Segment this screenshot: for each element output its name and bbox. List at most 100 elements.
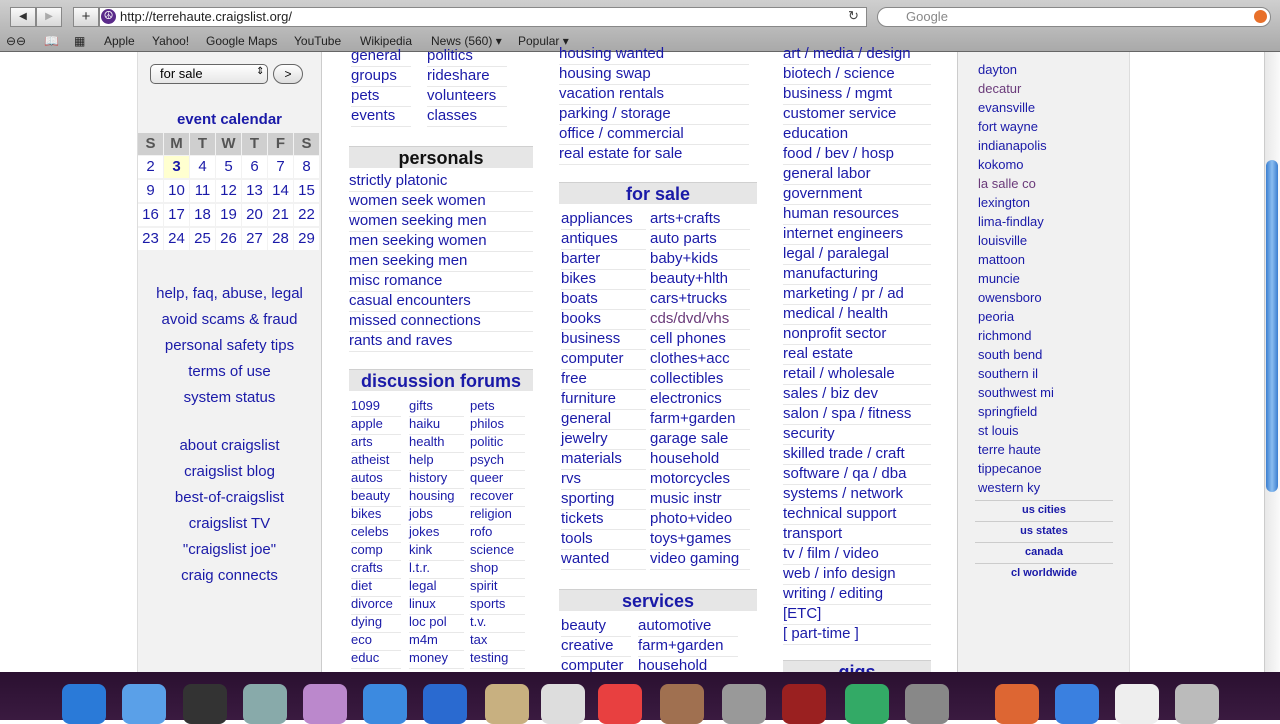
link-southern-il[interactable]: southern il <box>978 365 1038 383</box>
dock-app-icon[interactable] <box>905 684 949 724</box>
link-peoria[interactable]: peoria <box>978 308 1014 326</box>
link-housing-swap[interactable]: housing swap <box>559 65 651 83</box>
reading-list-icon[interactable]: ⊖⊖ <box>6 34 26 48</box>
link-systems-network[interactable]: systems / network <box>783 485 903 503</box>
event-calendar-title[interactable]: event calendar <box>138 111 321 129</box>
link-housing-wanted[interactable]: housing wanted <box>559 45 664 63</box>
link-real-estate-for-sale[interactable]: real estate for sale <box>559 145 682 163</box>
bookmark-4[interactable]: Wikipedia <box>360 34 412 48</box>
link-evansville[interactable]: evansville <box>978 99 1035 117</box>
calendar-day[interactable]: 2 <box>138 156 163 178</box>
calendar-day[interactable]: 10 <box>164 180 189 202</box>
link-video-gaming[interactable]: video gaming <box>650 550 739 568</box>
link-eco[interactable]: eco <box>351 631 372 649</box>
link-autos[interactable]: autos <box>351 469 383 487</box>
link-tippecanoe[interactable]: tippecanoe <box>978 460 1042 478</box>
link-casual-encounters[interactable]: casual encounters <box>349 292 471 310</box>
link-rofo[interactable]: rofo <box>470 523 492 541</box>
link-medical-health[interactable]: medical / health <box>783 305 888 323</box>
link-strictly-platonic[interactable]: strictly platonic <box>349 172 447 190</box>
link-la-salle-co[interactable]: la salle co <box>978 175 1036 193</box>
link-testing[interactable]: testing <box>470 649 508 667</box>
footer-link[interactable]: craig connects <box>138 567 321 585</box>
calendar-day[interactable]: 25 <box>190 228 215 250</box>
calendar-day[interactable]: 22 <box>294 204 319 226</box>
link-sales-biz-dev[interactable]: sales / biz dev <box>783 385 878 403</box>
link-men-seeking-women[interactable]: men seeking women <box>349 232 487 250</box>
link-general[interactable]: general <box>351 47 401 65</box>
link-appliances[interactable]: appliances <box>561 210 633 228</box>
link-history[interactable]: history <box>409 469 447 487</box>
link-business[interactable]: business <box>561 330 620 348</box>
link-transport[interactable]: transport <box>783 525 842 543</box>
link-atheist[interactable]: atheist <box>351 451 389 469</box>
add-bookmark-button[interactable]: + <box>73 7 99 27</box>
dock-app-icon[interactable] <box>1055 684 1099 724</box>
link-beauty[interactable]: beauty <box>561 617 606 635</box>
calendar-day[interactable]: 17 <box>164 204 189 226</box>
link-politic[interactable]: politic <box>470 433 503 451</box>
calendar-day[interactable]: 6 <box>242 156 267 178</box>
dock-app-icon[interactable] <box>1175 684 1219 724</box>
dock-app-icon[interactable] <box>183 684 227 724</box>
link-marketing-pr-ad[interactable]: marketing / pr / ad <box>783 285 904 303</box>
link-t-v-[interactable]: t.v. <box>470 613 486 631</box>
link-customer-service[interactable]: customer service <box>783 105 896 123</box>
calendar-day[interactable]: 16 <box>138 204 163 226</box>
link-antiques[interactable]: antiques <box>561 230 618 248</box>
link-fort-wayne[interactable]: fort wayne <box>978 118 1038 136</box>
bookmark-5[interactable]: News (560) ▾ <box>431 34 502 48</box>
more-regions-link[interactable]: us cities <box>975 500 1113 516</box>
bookmark-2[interactable]: Google Maps <box>206 34 277 48</box>
bookmarks-book-icon[interactable]: 📖 <box>44 34 59 48</box>
calendar-day[interactable]: 27 <box>242 228 267 250</box>
link-educ[interactable]: educ <box>351 649 379 667</box>
link-celebs[interactable]: celebs <box>351 523 389 541</box>
link-computer[interactable]: computer <box>561 350 624 368</box>
link-rideshare[interactable]: rideshare <box>427 67 490 85</box>
back-button[interactable]: ◀ <box>10 7 36 27</box>
link-office-commercial[interactable]: office / commercial <box>559 125 684 143</box>
footer-link[interactable]: about craigslist <box>138 437 321 455</box>
link-muncie[interactable]: muncie <box>978 270 1020 288</box>
link-diet[interactable]: diet <box>351 577 372 595</box>
calendar-day[interactable]: 7 <box>268 156 293 178</box>
link-household[interactable]: household <box>650 450 719 468</box>
link-writing-editing[interactable]: writing / editing <box>783 585 883 603</box>
calendar-day[interactable]: 20 <box>242 204 267 226</box>
dock-app-icon[interactable] <box>598 684 642 724</box>
link-business-mgmt[interactable]: business / mgmt <box>783 85 892 103</box>
snapback-icon[interactable] <box>1254 10 1267 23</box>
link-loc-pol[interactable]: loc pol <box>409 613 447 631</box>
link-parking-storage[interactable]: parking / storage <box>559 105 671 123</box>
link-barter[interactable]: barter <box>561 250 600 268</box>
link-general-labor[interactable]: general labor <box>783 165 871 183</box>
search-field[interactable]: Google <box>877 7 1271 27</box>
category-select[interactable]: for sale <box>150 64 268 84</box>
link-science[interactable]: science <box>470 541 514 559</box>
calendar-day[interactable]: 24 <box>164 228 189 250</box>
link-events[interactable]: events <box>351 107 395 125</box>
link-general[interactable]: general <box>561 410 611 428</box>
dock-app-icon[interactable] <box>485 684 529 724</box>
link-arts-crafts[interactable]: arts+crafts <box>650 210 720 228</box>
link-decatur[interactable]: decatur <box>978 80 1021 98</box>
link-cell-phones[interactable]: cell phones <box>650 330 726 348</box>
link-southwest-mi[interactable]: southwest mi <box>978 384 1054 402</box>
for-sale-header[interactable]: for sale <box>559 182 757 204</box>
link-cds-dvd-vhs[interactable]: cds/dvd/vhs <box>650 310 729 328</box>
link-education[interactable]: education <box>783 125 848 143</box>
link-tools[interactable]: tools <box>561 530 593 548</box>
link-jobs[interactable]: jobs <box>409 505 433 523</box>
calendar-day[interactable]: 12 <box>216 180 241 202</box>
more-regions-link[interactable]: cl worldwide <box>975 563 1113 579</box>
footer-link[interactable]: avoid scams & fraud <box>138 311 321 329</box>
link-queer[interactable]: queer <box>470 469 503 487</box>
calendar-day[interactable]: 28 <box>268 228 293 250</box>
link-farm-garden[interactable]: farm+garden <box>638 637 723 655</box>
link-groups[interactable]: groups <box>351 67 397 85</box>
link-beauty[interactable]: beauty <box>351 487 390 505</box>
link-tax[interactable]: tax <box>470 631 487 649</box>
link-help[interactable]: help <box>409 451 434 469</box>
link-linux[interactable]: linux <box>409 595 436 613</box>
